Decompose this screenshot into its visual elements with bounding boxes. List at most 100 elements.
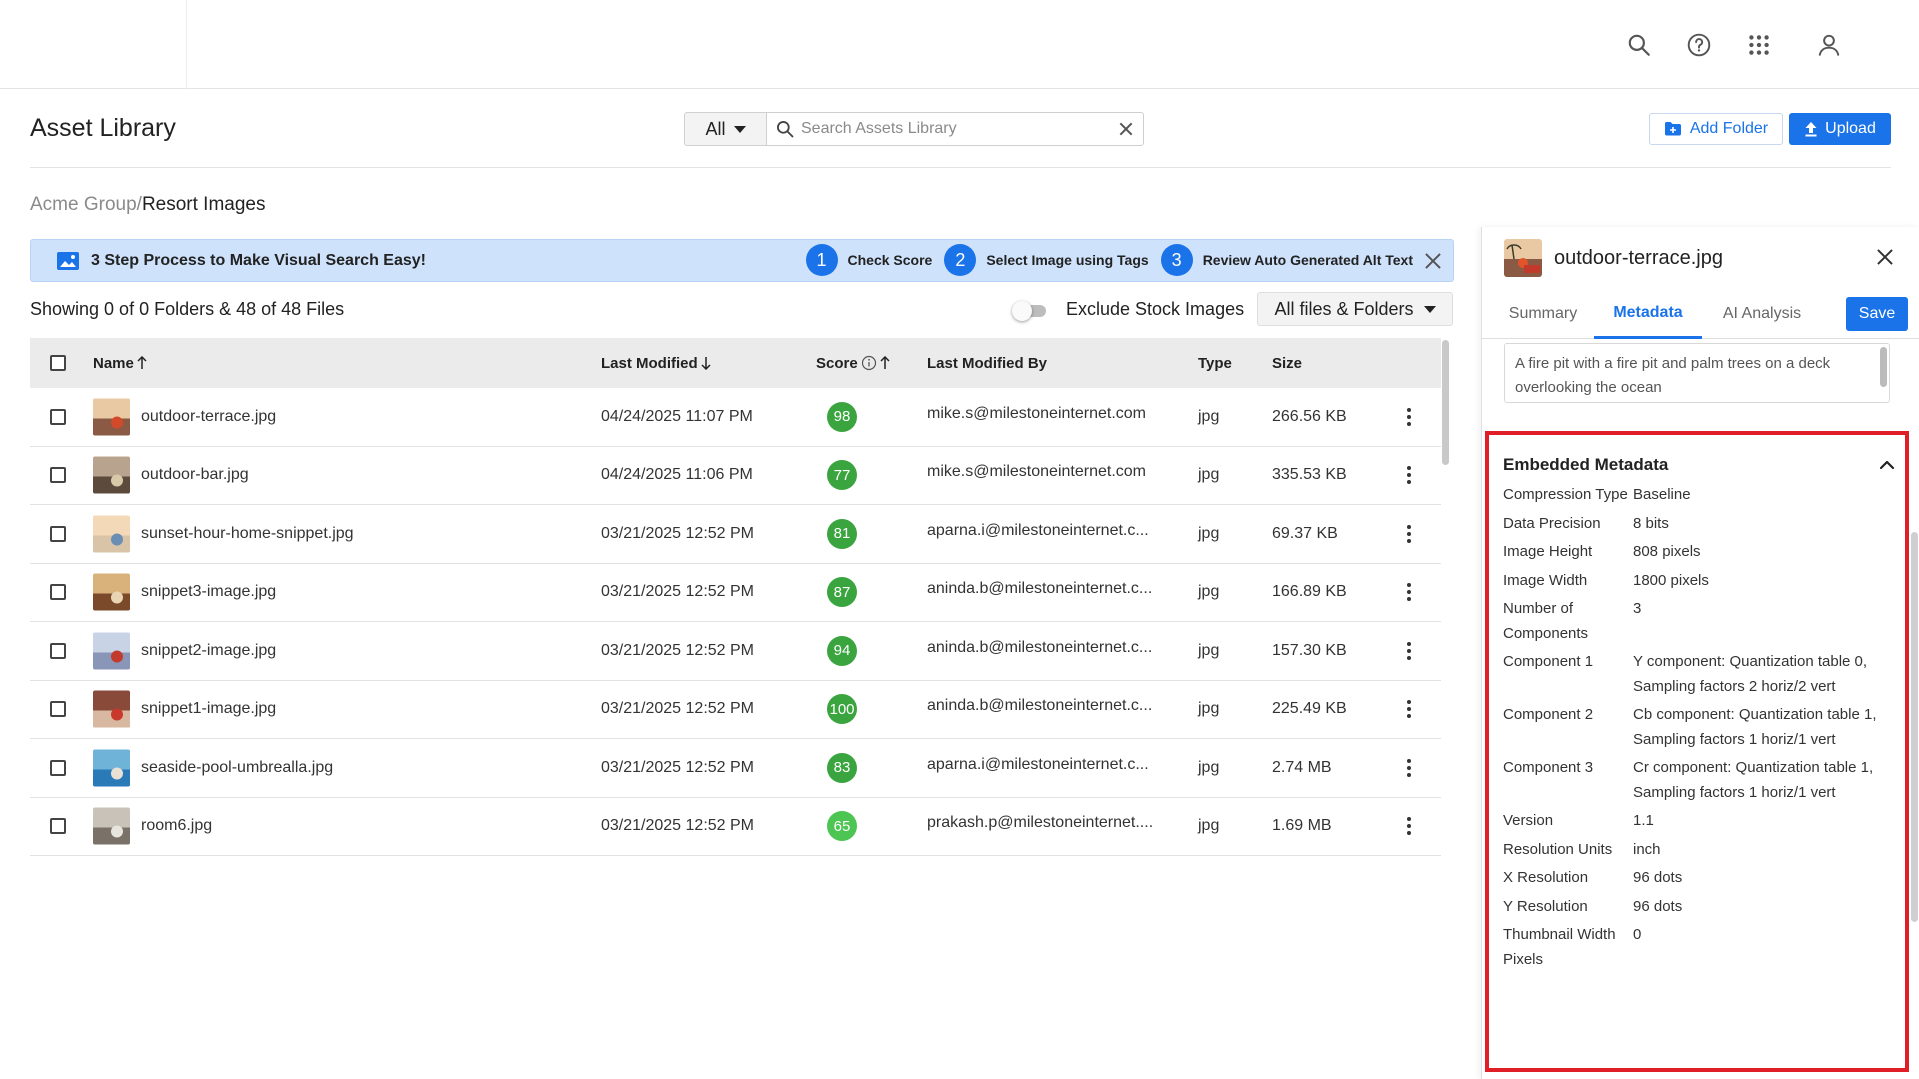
select-all-checkbox-wrap [50, 355, 66, 371]
row-file-name[interactable]: room6.jpg [141, 817, 212, 835]
row-file-name[interactable]: snippet3-image.jpg [141, 583, 276, 601]
step-label: Review Auto Generated Alt Text [1202, 252, 1413, 268]
table-row[interactable]: outdoor-bar.jpg 04/24/2025 11:06 PM 77 m… [30, 447, 1441, 505]
table-scrollbar[interactable] [1442, 340, 1449, 465]
row-actions-menu[interactable] [1399, 463, 1419, 487]
metadata-row: Data Precision 8 bits [1503, 512, 1903, 537]
panel-tabs: Summary Metadata AI Analysis Save [1482, 289, 1919, 339]
row-checkbox-wrap [50, 818, 66, 835]
save-button[interactable]: Save [1846, 297, 1908, 331]
logo-area [0, 0, 187, 89]
metadata-key: X Resolution [1503, 869, 1589, 886]
row-modified-by: mike.s@milestoneinternet.com [927, 404, 1146, 422]
user-icon[interactable] [1799, 28, 1859, 62]
col-type[interactable]: Type [1198, 355, 1232, 372]
clear-search-icon[interactable] [1119, 122, 1133, 136]
chevron-up-icon[interactable] [1875, 453, 1899, 477]
row-modified-by: mike.s@milestoneinternet.com [927, 463, 1146, 481]
row-size: 69.37 KB [1272, 524, 1338, 542]
row-file-name[interactable]: outdoor-bar.jpg [141, 466, 249, 484]
row-checkbox[interactable] [50, 818, 66, 835]
metadata-key: Version [1503, 812, 1554, 829]
breadcrumb-parent[interactable]: Acme Group/ [30, 194, 142, 215]
row-checkbox[interactable] [50, 467, 66, 484]
row-file-name[interactable]: snippet2-image.jpg [141, 642, 276, 660]
row-size: 335.53 KB [1272, 466, 1347, 484]
row-actions-menu[interactable] [1399, 814, 1419, 838]
col-name[interactable]: Name [93, 355, 147, 372]
info-icon[interactable] [861, 355, 877, 371]
tab-ai-analysis[interactable]: AI Analysis [1710, 289, 1814, 339]
row-modified-by: aninda.b@milestoneinternet.c... [927, 638, 1153, 656]
arrow-up-icon [137, 356, 147, 369]
row-checkbox[interactable] [50, 701, 66, 718]
row-actions-menu[interactable] [1399, 756, 1419, 780]
col-size[interactable]: Size [1272, 355, 1302, 372]
table-row[interactable]: snippet3-image.jpg 03/21/2025 12:52 PM 8… [30, 564, 1441, 622]
row-last-modified: 04/24/2025 11:06 PM [601, 466, 753, 484]
row-score-badge: 65 [827, 811, 857, 842]
banner-close-icon[interactable] [1425, 253, 1441, 269]
table-row[interactable]: seaside-pool-umbrealla.jpg 03/21/2025 12… [30, 739, 1441, 798]
row-modified-by: aninda.b@milestoneinternet.c... [927, 580, 1153, 598]
row-last-modified: 03/21/2025 12:52 PM [601, 524, 755, 542]
add-folder-button[interactable]: Add Folder [1649, 113, 1783, 145]
metadata-row: Image Width 1800 pixels [1503, 569, 1903, 594]
top-bar [0, 0, 1919, 89]
search-icon [777, 121, 794, 138]
metadata-header[interactable]: Embedded Metadata [1503, 453, 1899, 477]
row-checkbox[interactable] [50, 525, 66, 542]
row-actions-menu[interactable] [1399, 522, 1419, 546]
metadata-key: Data Precision [1503, 514, 1601, 532]
upload-button[interactable]: Upload [1789, 113, 1891, 145]
panel-close-icon[interactable] [1877, 249, 1893, 265]
search-icon[interactable] [1609, 28, 1669, 62]
row-file-name[interactable]: outdoor-terrace.jpg [141, 408, 276, 426]
file-filter-value: All files & Folders [1274, 298, 1414, 319]
panel-scrollbar[interactable] [1911, 532, 1918, 922]
metadata-value: Baseline [1633, 486, 1691, 503]
row-file-name[interactable]: sunset-hour-home-snippet.jpg [141, 525, 354, 543]
alt-text-scrollbar[interactable] [1880, 347, 1887, 387]
scope-select[interactable]: All [684, 112, 766, 146]
table-row[interactable]: room6.jpg 03/21/2025 12:52 PM 65 prakash… [30, 798, 1441, 856]
alt-text-field[interactable]: A fire pit with a fire pit and palm tree… [1504, 343, 1890, 403]
col-score[interactable]: Score [816, 355, 890, 372]
help-icon[interactable] [1669, 28, 1729, 62]
row-file-name[interactable]: seaside-pool-umbrealla.jpg [141, 759, 333, 777]
row-thumbnail [93, 398, 130, 436]
exclude-stock-toggle[interactable] [1012, 301, 1046, 321]
row-actions-menu[interactable] [1399, 639, 1419, 663]
upload-label: Upload [1825, 120, 1876, 137]
row-actions-menu[interactable] [1399, 405, 1419, 429]
score-value: 98 [827, 401, 857, 432]
tab-metadata[interactable]: Metadata [1594, 289, 1702, 339]
apps-grid-icon[interactable] [1729, 28, 1789, 62]
metadata-row: Y Resolution 96 dots [1503, 895, 1903, 920]
table-row[interactable]: snippet1-image.jpg 03/21/2025 12:52 PM 1… [30, 681, 1441, 739]
row-checkbox[interactable] [50, 408, 66, 425]
metadata-value: inch [1633, 840, 1661, 858]
table-row[interactable]: snippet2-image.jpg 03/21/2025 12:52 PM 9… [30, 622, 1441, 681]
table-row[interactable]: outdoor-terrace.jpg 04/24/2025 11:07 PM … [30, 388, 1441, 447]
breadcrumb: Acme Group/Resort Images [30, 194, 265, 216]
col-last-modified-by[interactable]: Last Modified By [927, 355, 1047, 372]
tab-summary[interactable]: Summary [1496, 289, 1590, 339]
row-checkbox[interactable] [50, 642, 66, 659]
row-checkbox[interactable] [50, 759, 66, 776]
file-filter-select[interactable]: All files & Folders [1257, 292, 1453, 326]
row-actions-menu[interactable] [1399, 697, 1419, 721]
score-value: 94 [827, 635, 857, 666]
metadata-key: Component 2 [1503, 706, 1594, 723]
header-divider [30, 167, 1891, 168]
row-actions-menu[interactable] [1399, 580, 1419, 604]
col-last-modified-by-label: Last Modified By [927, 354, 1048, 372]
row-file-name[interactable]: snippet1-image.jpg [141, 700, 276, 718]
table-row[interactable]: sunset-hour-home-snippet.jpg 03/21/2025 … [30, 505, 1441, 564]
folder-add-icon [1664, 122, 1681, 136]
col-last-modified[interactable]: Last Modified [601, 355, 711, 372]
row-last-modified: 03/21/2025 12:52 PM [601, 700, 755, 718]
row-checkbox[interactable] [50, 584, 66, 601]
select-all-checkbox[interactable] [50, 355, 66, 371]
search-input[interactable] [801, 120, 1119, 138]
